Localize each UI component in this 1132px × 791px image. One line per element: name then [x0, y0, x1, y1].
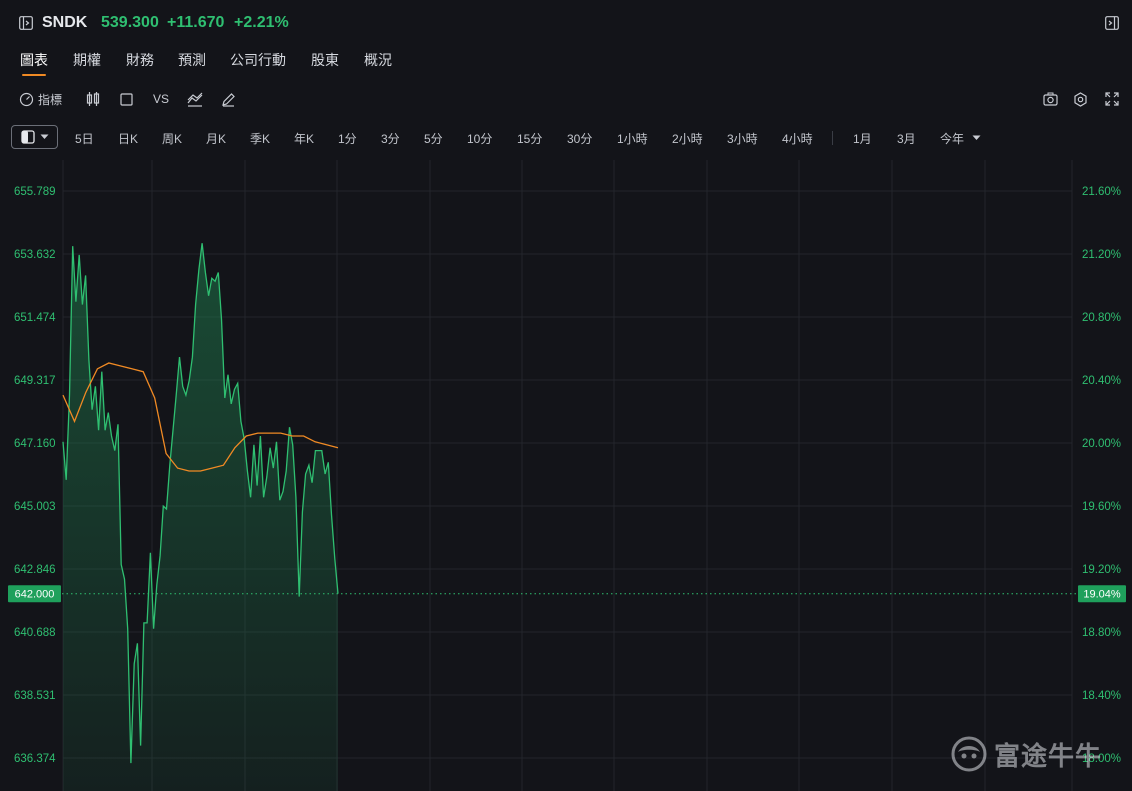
period-3min[interactable]: 3分	[381, 130, 400, 147]
square-icon	[120, 92, 133, 106]
layout-toggle-button[interactable]	[11, 125, 58, 149]
y-axis-left: 655.789 653.632 651.474 649.317 647.160 645.0…	[14, 186, 56, 765]
current-price-tag-left: 642.000	[8, 585, 61, 603]
y-tick-right: 21.60%	[1082, 186, 1121, 198]
pencil-icon	[222, 92, 235, 107]
gauge-icon	[19, 92, 34, 106]
last-price: 539.300	[101, 14, 159, 31]
candlestick-icon	[86, 92, 100, 106]
period-4h[interactable]: 4小時	[782, 130, 813, 147]
period-5min[interactable]: 5分	[424, 130, 443, 147]
period-3m[interactable]: 3月	[897, 130, 916, 147]
y-tick-right: 18.40%	[1082, 690, 1121, 702]
y-tick-right: 20.00%	[1082, 438, 1121, 450]
trend-lines-icon	[187, 92, 203, 107]
chart-toolbar: 指標 VS	[0, 86, 1132, 112]
y-tick-right: 21.20%	[1082, 249, 1121, 261]
period-weekly[interactable]: 周K	[162, 130, 182, 147]
y-tick-right: 20.40%	[1082, 375, 1121, 387]
current-price-value: 642.000	[15, 589, 55, 601]
period-divider	[832, 131, 833, 145]
current-pct-value: 19.04%	[1083, 589, 1121, 601]
y-tick-right: 20.80%	[1082, 312, 1121, 324]
y-tick-left: 649.317	[14, 375, 56, 387]
watermark-logo: 富途牛牛	[950, 736, 1102, 772]
y-tick-right: 19.20%	[1082, 564, 1121, 576]
price-change: +11.670	[167, 14, 225, 31]
y-tick-left: 642.846	[14, 564, 56, 576]
watermark-text: 富途牛牛	[994, 740, 1103, 771]
tab-overview[interactable]: 概況	[364, 50, 392, 76]
period-1m[interactable]: 1月	[853, 130, 872, 147]
camera-icon	[1043, 92, 1058, 106]
main-tabs: 圖表 期權 財務 預測 公司行動 股東 概況	[0, 50, 600, 80]
period-quarterly[interactable]: 季K	[250, 130, 270, 147]
tab-corporate-actions[interactable]: 公司行動	[230, 50, 286, 76]
expand-sidebar-icon[interactable]	[19, 16, 33, 30]
caret-down-icon	[40, 134, 48, 139]
period-selector: 5日 日K 周K 月K 季K 年K 1分 3分 5分 10分 15分 30分 1…	[0, 125, 1132, 151]
compare-label: VS	[153, 92, 170, 106]
settings-button[interactable]	[1073, 90, 1088, 108]
y-tick-left: 653.632	[14, 249, 56, 261]
y-tick-left: 636.374	[14, 753, 56, 765]
y-tick-left: 640.688	[14, 627, 56, 639]
y-tick-left: 645.003	[14, 501, 56, 513]
panel-layout-icon	[20, 130, 35, 144]
period-1h[interactable]: 1小時	[617, 130, 648, 147]
price-change-percent: +2.21%	[234, 14, 289, 31]
screenshot-button[interactable]	[1043, 90, 1058, 108]
compare-button[interactable]: VS	[153, 90, 169, 108]
indicators-label: 指標	[38, 92, 63, 107]
ytd-caret-down-icon[interactable]	[972, 135, 981, 141]
chart-type-button[interactable]	[120, 90, 133, 108]
draw-button[interactable]	[221, 90, 236, 108]
y-tick-left: 655.789	[14, 186, 56, 198]
y-tick-left: 651.474	[14, 312, 56, 324]
y-tick-right: 19.60%	[1082, 501, 1121, 513]
y-tick-right: 18.80%	[1082, 627, 1121, 639]
y-tick-left: 638.531	[14, 690, 56, 702]
moomoo-logo-icon	[951, 736, 987, 772]
quote-header: SNDK 539.300 +11.670 +2.21%	[0, 0, 1132, 46]
period-ytd[interactable]: 今年	[940, 130, 964, 147]
candlestick-button[interactable]	[86, 90, 100, 108]
tab-shareholders[interactable]: 股東	[311, 50, 339, 76]
period-3h[interactable]: 3小時	[727, 130, 758, 147]
collapse-panel-icon[interactable]	[1105, 16, 1119, 30]
tab-options[interactable]: 期權	[73, 50, 101, 76]
y-axis-right: 21.60% 21.20% 20.80% 20.40% 20.00% 19.60% 19.2…	[1082, 186, 1121, 765]
period-yearly[interactable]: 年K	[294, 130, 314, 147]
period-30min[interactable]: 30分	[567, 130, 592, 147]
gear-icon	[1074, 91, 1087, 107]
period-monthly[interactable]: 月K	[206, 130, 226, 147]
fullscreen-icon	[1105, 92, 1119, 106]
tab-financials[interactable]: 財務	[126, 50, 154, 76]
indicators-button[interactable]: 指標	[19, 90, 62, 108]
current-price-tag-right: 19.04%	[1078, 585, 1126, 603]
ticker-symbol: SNDK	[42, 14, 88, 31]
tab-forecast[interactable]: 預測	[178, 50, 206, 76]
period-2h[interactable]: 2小時	[672, 130, 703, 147]
drawing-trend-button[interactable]	[187, 90, 203, 108]
period-10min[interactable]: 10分	[467, 130, 492, 147]
y-tick-left: 647.160	[14, 438, 56, 450]
period-15min[interactable]: 15分	[517, 130, 542, 147]
fullscreen-button[interactable]	[1105, 90, 1119, 108]
price-chart[interactable]: 655.789 653.632 651.474 649.317 647.160 645.0…	[0, 160, 1132, 791]
period-daily[interactable]: 日K	[118, 130, 138, 147]
period-5d[interactable]: 5日	[75, 130, 94, 147]
tab-chart[interactable]: 圖表	[20, 50, 48, 76]
period-1min[interactable]: 1分	[338, 130, 357, 147]
